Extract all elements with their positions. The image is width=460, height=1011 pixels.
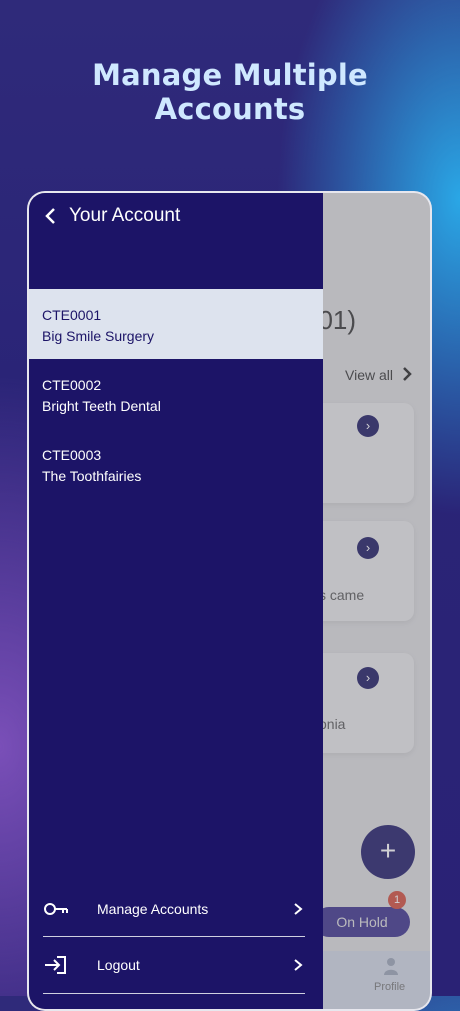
account-item-cte0001[interactable]: CTE0001 Big Smile Surgery — [29, 289, 323, 359]
account-item-cte0002[interactable]: CTE0002 Bright Teeth Dental — [29, 359, 323, 429]
page-headline: Manage Multiple Accounts — [0, 58, 460, 126]
chevron-right-icon — [294, 959, 303, 971]
account-code: CTE0001 — [42, 307, 102, 323]
drawer-header: Your Account — [41, 205, 180, 227]
account-code: CTE0003 — [42, 447, 102, 463]
phone-frame: 001) View all › › s came › onia + On Hol… — [27, 191, 432, 1011]
headline-line-2: Accounts — [154, 92, 306, 126]
account-name: The Toothfairies — [42, 468, 142, 484]
account-drawer: Your Account CTE0001 Big Smile Surgery C… — [29, 193, 323, 1009]
menu-divider — [43, 936, 305, 937]
chevron-right-icon — [294, 903, 303, 915]
manage-accounts-button[interactable]: Manage Accounts — [43, 882, 305, 936]
account-item-cte0003[interactable]: CTE0003 The Toothfairies — [29, 429, 323, 499]
logout-button[interactable]: Logout — [43, 938, 305, 992]
key-icon — [44, 903, 68, 915]
menu-divider — [43, 993, 305, 994]
logout-icon — [45, 956, 66, 974]
drawer-title: Your Account — [69, 205, 181, 226]
logout-label: Logout — [97, 957, 140, 973]
account-name: Big Smile Surgery — [42, 328, 155, 344]
back-chevron-icon[interactable] — [41, 206, 61, 226]
account-name: Bright Teeth Dental — [42, 398, 161, 414]
headline-line-1: Manage Multiple — [92, 58, 368, 92]
manage-accounts-label: Manage Accounts — [97, 901, 209, 917]
account-code: CTE0002 — [42, 377, 102, 393]
